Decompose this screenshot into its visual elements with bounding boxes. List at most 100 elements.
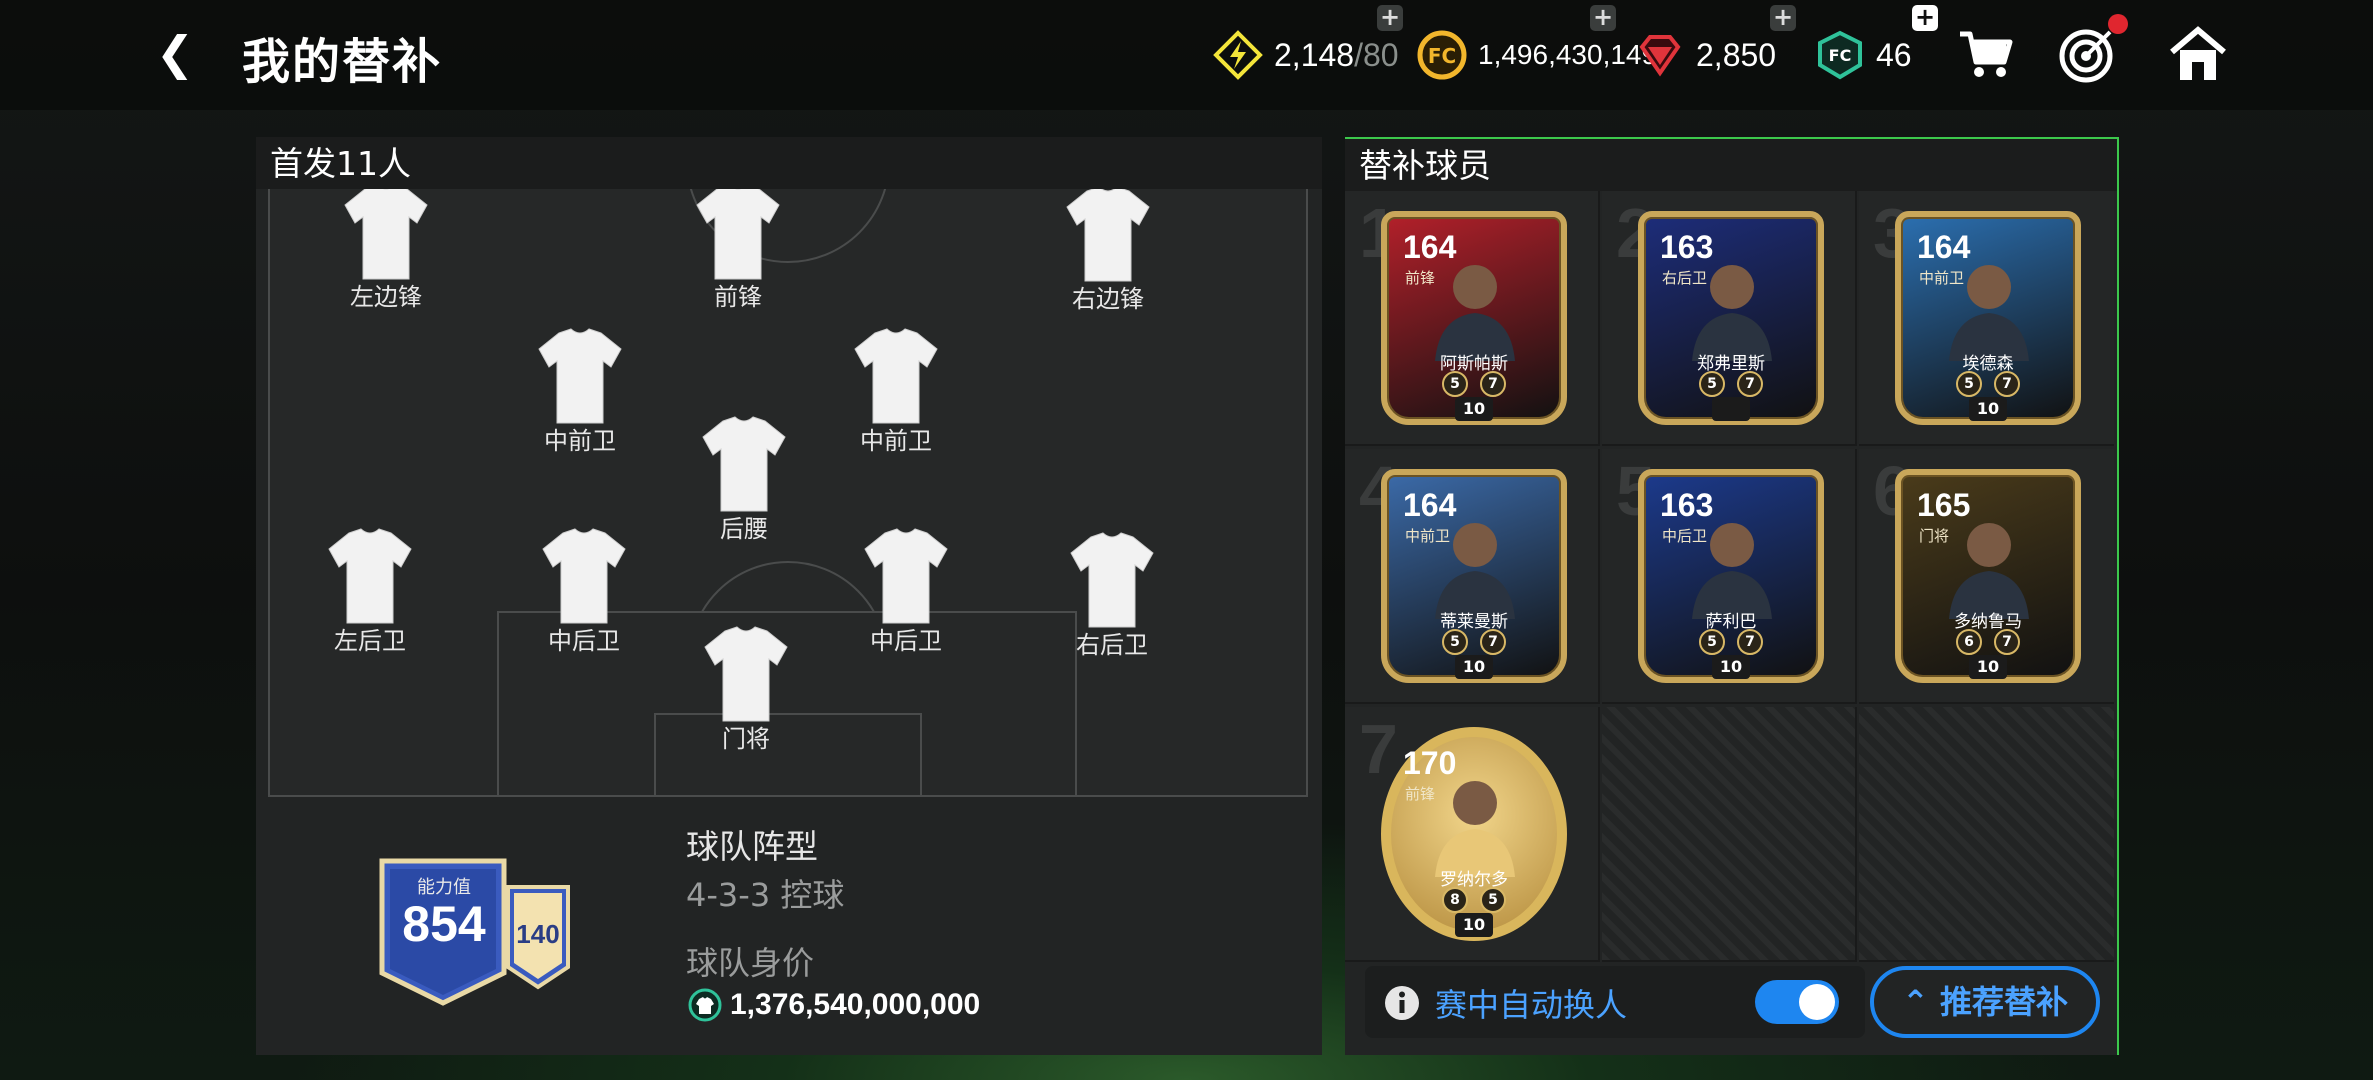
skill-pip: 5: [1699, 629, 1725, 655]
notification-dot: [2108, 14, 2128, 34]
svg-text:FC: FC: [1829, 46, 1852, 65]
position-label: 左后卫: [334, 627, 406, 655]
player-slot-cm-right[interactable]: 中前卫: [836, 327, 956, 456]
player-position: 前锋: [1405, 269, 1436, 287]
sub-slot[interactable]: 5 163 中后卫 萨利巴 5 7 10: [1602, 449, 1857, 704]
target-icon[interactable]: [2056, 22, 2120, 86]
player-level: 10: [1455, 397, 1493, 421]
player-slot-lw[interactable]: 左边锋: [326, 189, 446, 312]
player-pips: 57: [1381, 371, 1567, 397]
player-card[interactable]: 164 前锋 阿斯帕斯 5 7 10: [1381, 211, 1567, 425]
sub-slot[interactable]: 2 163 右后卫 郑弗里斯 5 7: [1602, 191, 1857, 446]
sub-slot[interactable]: 1 164 前锋 阿斯帕斯 5 7 10: [1345, 191, 1600, 446]
position-label: 中后卫: [548, 627, 620, 655]
info-icon[interactable]: [1383, 984, 1421, 1022]
fc-points-value: 46: [1876, 36, 1912, 73]
lightning-icon: [1213, 30, 1263, 80]
coins-value: 1,496,430,149: [1478, 39, 1658, 70]
player-rating: 163: [1660, 229, 1714, 265]
sub-slot[interactable]: 7 170 前锋 罗纳尔多 8 5 10: [1345, 707, 1600, 962]
position-label: 后腰: [720, 515, 768, 543]
player-position: 中前卫: [1405, 527, 1451, 545]
recommend-subs-button[interactable]: ⌃ 推荐替补: [1870, 966, 2100, 1038]
player-slot-cb-left[interactable]: 中后卫: [524, 527, 644, 656]
player-slot-rb[interactable]: 右后卫: [1052, 531, 1172, 660]
skill-pip: 5: [1442, 629, 1468, 655]
skill-pip: 7: [1737, 629, 1763, 655]
back-button[interactable]: ❮: [150, 28, 200, 78]
auto-sub-label: 赛中自动换人: [1435, 986, 1628, 1024]
subs-title: 替补球员: [1345, 139, 2117, 191]
player-rating: 163: [1660, 487, 1714, 523]
player-rating: 164: [1403, 487, 1457, 523]
energy-max: /80: [1354, 36, 1399, 73]
team-rating-value: 854: [402, 896, 486, 952]
player-level: [1712, 397, 1750, 421]
player-pips: 57: [1895, 371, 2081, 397]
position-label: 中后卫: [870, 627, 942, 655]
recommend-subs-label: 推荐替补: [1939, 983, 2068, 1021]
player-slot-cdm[interactable]: 后腰: [684, 415, 804, 544]
skill-pip: 6: [1956, 629, 1982, 655]
player-level: 10: [1969, 655, 2007, 679]
auto-sub-toggle[interactable]: [1755, 980, 1839, 1024]
player-slot-st[interactable]: 前锋: [678, 189, 798, 312]
energy-value: 2,148: [1274, 36, 1355, 73]
add-energy-button[interactable]: +: [1377, 5, 1403, 31]
skill-pip: 7: [1994, 371, 2020, 397]
player-slot-rw[interactable]: 右边锋: [1048, 189, 1168, 314]
coins-counter[interactable]: FC 1,496,430,149 +: [1416, 5, 1658, 85]
player-card[interactable]: 163 右后卫 郑弗里斯 5 7: [1638, 211, 1824, 425]
player-position: 前锋: [1405, 785, 1436, 803]
team-rating-badge: 能力值 854 140: [378, 857, 588, 1007]
sub-slot[interactable]: 6 165 门将 多纳鲁马 6 7 10: [1859, 449, 2114, 704]
empty-sub-slot[interactable]: [1602, 707, 1857, 962]
player-slot-lb[interactable]: 左后卫: [310, 527, 430, 656]
player-slot-cb-right[interactable]: 中后卫: [846, 527, 966, 656]
empty-sub-slot[interactable]: [1859, 707, 2114, 962]
team-value-label: 球队身价: [686, 944, 815, 982]
player-card[interactable]: 170 前锋 罗纳尔多 8 5 10: [1381, 727, 1567, 941]
player-card[interactable]: 164 中前卫 埃德森 5 7 10: [1895, 211, 2081, 425]
fc-points-icon: FC: [1818, 30, 1862, 80]
position-label: 左边锋: [350, 283, 422, 311]
sub-slot[interactable]: 4 164 中前卫 蒂莱曼斯 5 7 10: [1345, 449, 1600, 704]
jersey-icon: [854, 328, 938, 424]
player-card[interactable]: 164 中前卫 蒂莱曼斯 5 7 10: [1381, 469, 1567, 683]
formation-value[interactable]: 4-3-3 控球: [686, 870, 844, 916]
team-value-row: 1,376,540,000,000: [688, 988, 980, 1022]
player-rating: 170: [1403, 745, 1457, 781]
skill-pip: 7: [1480, 629, 1506, 655]
gem-icon: [1639, 35, 1681, 77]
player-card[interactable]: 165 门将 多纳鲁马 6 7 10: [1895, 469, 2081, 683]
player-slot-cm-left[interactable]: 中前卫: [520, 327, 640, 456]
player-level: 10: [1712, 655, 1750, 679]
sub-slot[interactable]: 3 164 中前卫 埃德森 5 7 10: [1859, 191, 2114, 446]
player-card[interactable]: 163 中后卫 萨利巴 5 7 10: [1638, 469, 1824, 683]
player-rating: 164: [1403, 229, 1457, 265]
skill-pip: 5: [1442, 371, 1468, 397]
energy-counter[interactable]: 2,148/80 +: [1212, 5, 1403, 85]
jersey-icon: [542, 528, 626, 624]
chevrons-up-icon: ⌃: [1902, 983, 1929, 1021]
player-portrait-icon: [1435, 781, 1515, 877]
player-portrait-icon: [1949, 523, 2029, 619]
jersey-icon: [344, 189, 428, 280]
add-coins-button[interactable]: +: [1590, 5, 1616, 31]
coin-icon: FC: [1417, 30, 1467, 80]
fc-points-counter[interactable]: FC 46 +: [1814, 5, 1938, 85]
top-bar: ❮ 我的替补 2,148/80 + FC 1,496,430,149 + 2,8…: [0, 0, 2373, 110]
player-pips: 57: [1638, 371, 1824, 397]
player-level: 10: [1969, 397, 2007, 421]
jersey-icon: [538, 328, 622, 424]
skill-pip: 5: [1956, 371, 1982, 397]
gems-counter[interactable]: 2,850 +: [1634, 5, 1796, 85]
add-fc-points-button[interactable]: +: [1912, 5, 1938, 31]
jersey-icon: [1066, 189, 1150, 282]
player-slot-gk[interactable]: 门将: [686, 625, 806, 754]
cart-icon[interactable]: [1954, 22, 2018, 86]
position-label: 中前卫: [544, 427, 616, 455]
add-gems-button[interactable]: +: [1770, 5, 1796, 31]
player-rating: 164: [1917, 229, 1971, 265]
home-icon[interactable]: [2166, 22, 2230, 86]
